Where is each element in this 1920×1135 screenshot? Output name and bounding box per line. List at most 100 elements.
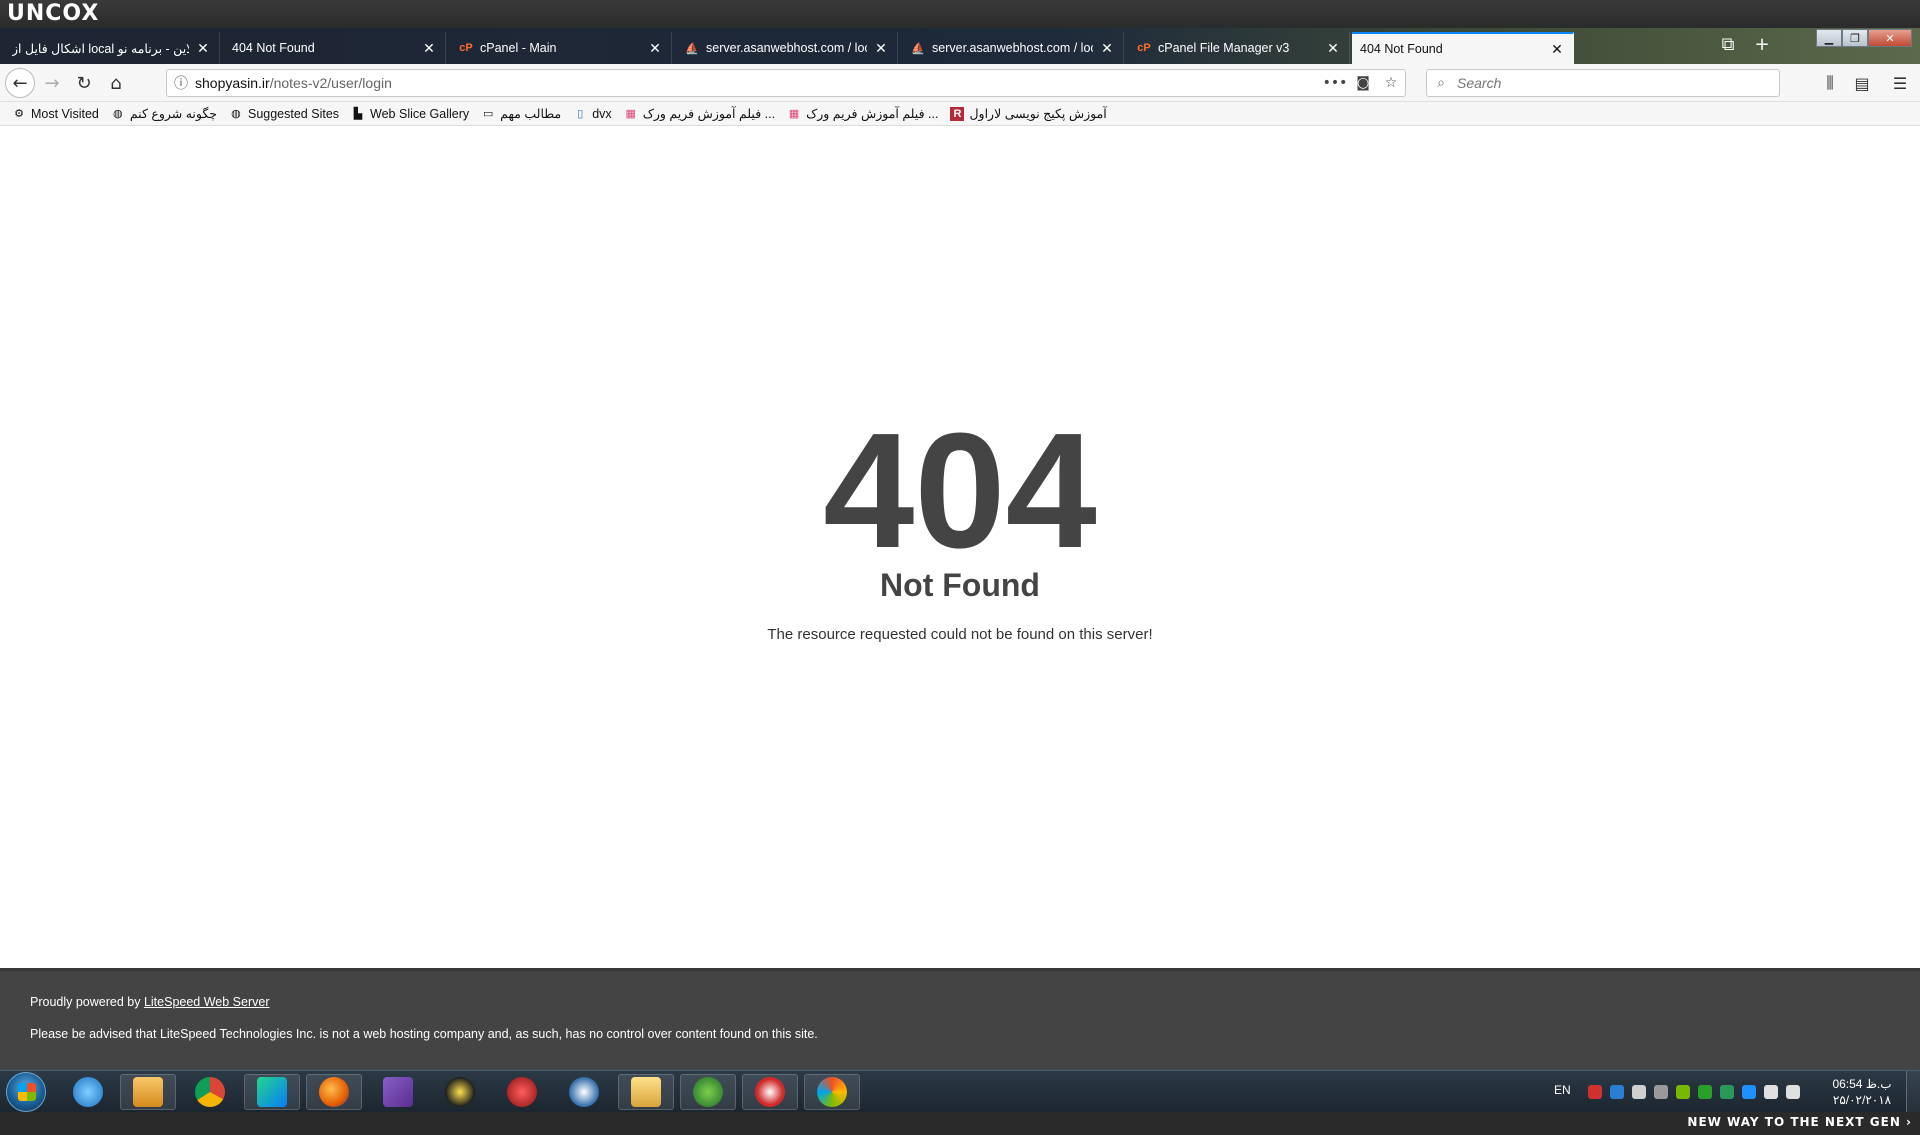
taskbar: EN 06:54 ب.ظ ۲۵/۰۲/۲۰۱۸ xyxy=(0,1070,1920,1113)
cpanel-icon: cP xyxy=(459,42,473,54)
chrome-icon[interactable] xyxy=(182,1074,238,1110)
app-icon[interactable] xyxy=(494,1074,550,1110)
skype-icon[interactable] xyxy=(1742,1085,1756,1099)
globe-download-icon[interactable] xyxy=(680,1074,736,1110)
tray-app-icon[interactable] xyxy=(1610,1085,1624,1099)
browser-icon[interactable] xyxy=(432,1074,488,1110)
url-bar[interactable]: ⓘ shopyasin.ir/notes-v2/user/login ••• ◙… xyxy=(166,69,1406,97)
tab-phpmyadmin-2[interactable]: ⛵ server.asanwebhost.com / loca ✕ xyxy=(902,32,1124,64)
close-icon[interactable]: ✕ xyxy=(1099,40,1115,57)
tab-404-not-found[interactable]: 404 Not Found ✕ xyxy=(224,32,446,64)
bookmark-getting-started[interactable]: ◍ چگونه شروع کنم xyxy=(111,106,217,121)
bookmark-laravel-package[interactable]: R آموزش پکیج نویسی لاراول xyxy=(950,106,1107,121)
bookmark-suggested-sites[interactable]: ◍ Suggested Sites xyxy=(229,107,339,121)
bookmark-folder-important[interactable]: ▭ مطالب مهم xyxy=(481,106,561,121)
page-footer: Proudly powered by LiteSpeed Web Server … xyxy=(0,968,1920,1070)
firefox-icon[interactable] xyxy=(306,1074,362,1110)
arrow-left-icon: ← xyxy=(12,72,28,94)
tray-app-icon[interactable] xyxy=(1698,1085,1712,1099)
tray-app-icon[interactable] xyxy=(1632,1085,1646,1099)
tray-clock[interactable]: 06:54 ب.ظ ۲۵/۰۲/۲۰۱۸ xyxy=(1826,1076,1898,1108)
info-icon[interactable]: ⓘ xyxy=(167,73,195,93)
tab-label: cPanel File Manager v3 xyxy=(1158,41,1290,55)
close-icon[interactable]: ✕ xyxy=(421,40,437,57)
library-icon[interactable]: ⫼ xyxy=(1816,69,1844,97)
tab-overflow-icon[interactable]: ⧉ xyxy=(1716,34,1740,55)
show-desktop-button[interactable] xyxy=(1906,1071,1920,1113)
bookmark-label: آموزش پکیج نویسی لاراول xyxy=(969,107,1107,121)
forward-button[interactable]: → xyxy=(38,69,66,97)
window-close-icon[interactable]: ✕ xyxy=(1868,29,1912,47)
bookmark-dvx[interactable]: ▯ dvx xyxy=(573,107,611,121)
back-button[interactable]: ← xyxy=(5,68,35,98)
tab-label: اشکال فایل از local به انلاین - برنامه ن… xyxy=(12,41,189,56)
url-text[interactable]: shopyasin.ir/notes-v2/user/login xyxy=(195,75,1321,91)
pocket-icon[interactable]: ◙ xyxy=(1349,75,1377,91)
internet-explorer-icon[interactable] xyxy=(60,1074,116,1110)
tab-phpmyadmin-1[interactable]: ⛵ server.asanwebhost.com / loca ✕ xyxy=(676,32,898,64)
page-actions-icon[interactable]: ••• xyxy=(1321,75,1349,91)
bookmarks-bar: ⚙ Most Visited ◍ چگونه شروع کنم ◍ Sugges… xyxy=(0,102,1920,126)
jetbrains-icon[interactable] xyxy=(244,1074,300,1110)
brand-strip: UNCOX xyxy=(0,0,1920,28)
clock-time: 06:54 ب.ظ xyxy=(1832,1077,1892,1091)
bookmark-label: چگونه شروع کنم xyxy=(129,107,217,121)
close-icon[interactable]: ✕ xyxy=(1549,41,1565,58)
litespeed-link[interactable]: LiteSpeed Web Server xyxy=(144,995,270,1009)
globe-icon: ◍ xyxy=(113,108,123,120)
home-button[interactable]: ⌂ xyxy=(102,69,130,97)
phpmyadmin-icon: ⛵ xyxy=(685,42,699,55)
bookmark-label: Suggested Sites xyxy=(247,106,340,121)
windows-logo-icon xyxy=(18,1083,36,1101)
url-path: /notes-v2/user/login xyxy=(269,75,392,91)
minimize-icon[interactable]: ▁ xyxy=(1816,29,1842,47)
tab-cpanel-file-manager[interactable]: cP cPanel File Manager v3 ✕ xyxy=(1128,32,1350,64)
gear-icon: ⚙ xyxy=(14,108,24,120)
sidebar-icon[interactable]: ▤ xyxy=(1848,69,1876,97)
close-icon[interactable]: ✕ xyxy=(195,40,211,57)
search-input[interactable] xyxy=(1455,74,1779,92)
bookmark-label: فیلم آموزش فریم ورک ... xyxy=(642,107,776,121)
url-host: shopyasin.ir xyxy=(195,75,270,91)
media-player-icon[interactable] xyxy=(120,1074,176,1110)
tab-label: cPanel - Main xyxy=(480,41,557,55)
start-button[interactable] xyxy=(6,1072,46,1112)
powered-by: Proudly powered by LiteSpeed Web Server xyxy=(30,995,270,1009)
paint-icon[interactable] xyxy=(804,1074,860,1110)
globe-icon: ◍ xyxy=(231,108,241,120)
error-code: 404 xyxy=(823,399,1097,582)
bookmark-label: Most Visited xyxy=(31,106,99,121)
bookmark-star-icon[interactable]: ☆ xyxy=(1377,75,1405,91)
bookmark-framework-video-1[interactable]: ▦ فیلم آموزش فریم ورک ... xyxy=(624,106,775,121)
bookmark-most-visited[interactable]: ⚙ Most Visited xyxy=(12,107,99,121)
web-slice-icon: ▙ xyxy=(353,108,363,120)
tray-app-icon[interactable] xyxy=(1654,1085,1668,1099)
tab-404-not-found-active[interactable]: 404 Not Found ✕ xyxy=(1352,32,1574,64)
tray-app-icon[interactable] xyxy=(1588,1085,1602,1099)
nvidia-icon[interactable] xyxy=(1676,1085,1690,1099)
media-icon[interactable] xyxy=(742,1074,798,1110)
language-indicator[interactable]: EN xyxy=(1554,1083,1571,1097)
close-icon[interactable]: ✕ xyxy=(1325,40,1341,57)
cpanel-icon: cP xyxy=(1137,42,1151,54)
new-tab-icon[interactable]: + xyxy=(1750,34,1774,55)
app-icon[interactable] xyxy=(556,1074,612,1110)
volume-icon[interactable] xyxy=(1786,1085,1800,1099)
powered-prefix: Proudly powered by xyxy=(30,995,144,1009)
tab-cpanel-main[interactable]: cP cPanel - Main ✕ xyxy=(450,32,672,64)
search-bar[interactable]: ⌕ xyxy=(1426,69,1780,97)
bookmark-web-slice-gallery[interactable]: ▙ Web Slice Gallery xyxy=(351,107,469,121)
maximize-icon[interactable]: ❐ xyxy=(1842,29,1868,47)
folder-icon: ▭ xyxy=(482,108,494,120)
close-icon[interactable]: ✕ xyxy=(647,40,663,57)
reload-button[interactable]: ↻ xyxy=(70,69,98,97)
home-icon: ⌂ xyxy=(110,72,122,94)
tray-app-icon[interactable] xyxy=(1720,1085,1734,1099)
close-icon[interactable]: ✕ xyxy=(873,40,889,57)
file-explorer-icon[interactable] xyxy=(618,1074,674,1110)
bookmark-framework-video-2[interactable]: ▦ فیلم آموزش فریم ورک ... xyxy=(787,106,939,121)
visual-studio-icon[interactable] xyxy=(370,1074,426,1110)
action-center-flag-icon[interactable] xyxy=(1764,1085,1778,1099)
menu-icon[interactable]: ☰ xyxy=(1886,69,1914,97)
tab-local-file-issue[interactable]: اشکال فایل از local به انلاین - برنامه ن… xyxy=(4,32,220,64)
